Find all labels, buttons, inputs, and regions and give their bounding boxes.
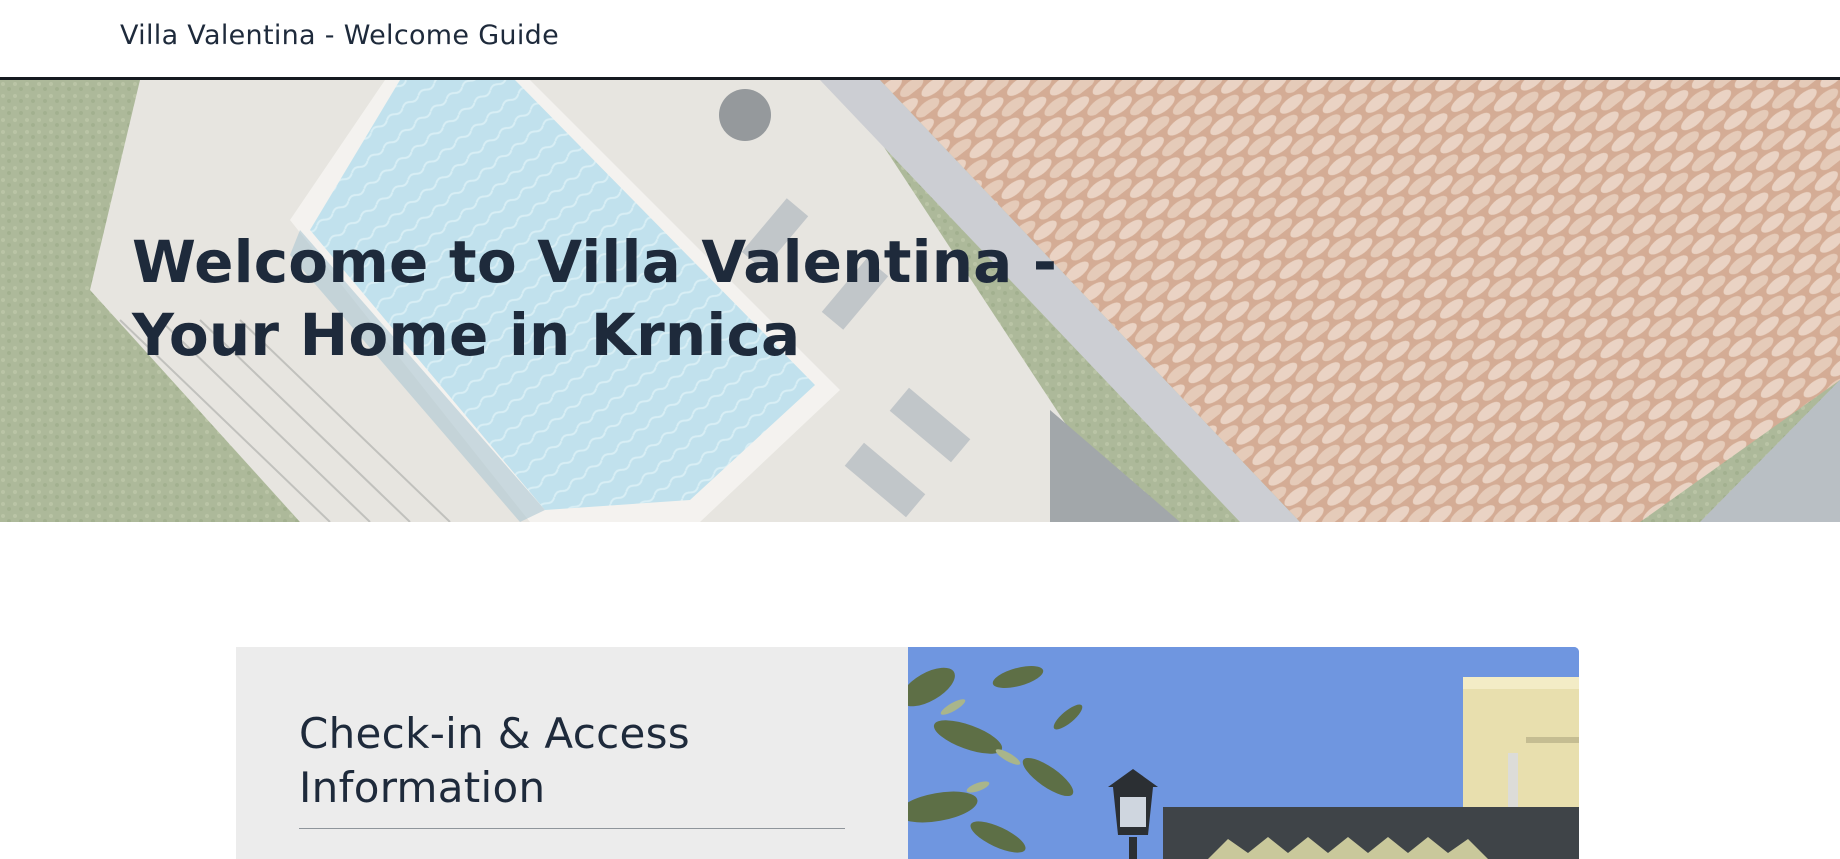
hero-banner: Welcome to Villa Valentina - Your Home i… xyxy=(0,80,1840,522)
site-title[interactable]: Villa Valentina - Welcome Guide xyxy=(120,20,559,51)
site-header: Villa Valentina - Welcome Guide xyxy=(0,0,1840,80)
hero-heading: Welcome to Villa Valentina - Your Home i… xyxy=(132,228,1058,369)
divider xyxy=(299,828,845,829)
checkin-card: Check-in & Access Information xyxy=(236,647,1579,859)
villa-exterior-image xyxy=(908,647,1579,859)
checkin-card-text-panel: Check-in & Access Information xyxy=(236,647,908,859)
checkin-card-title: Check-in & Access Information xyxy=(299,709,690,812)
